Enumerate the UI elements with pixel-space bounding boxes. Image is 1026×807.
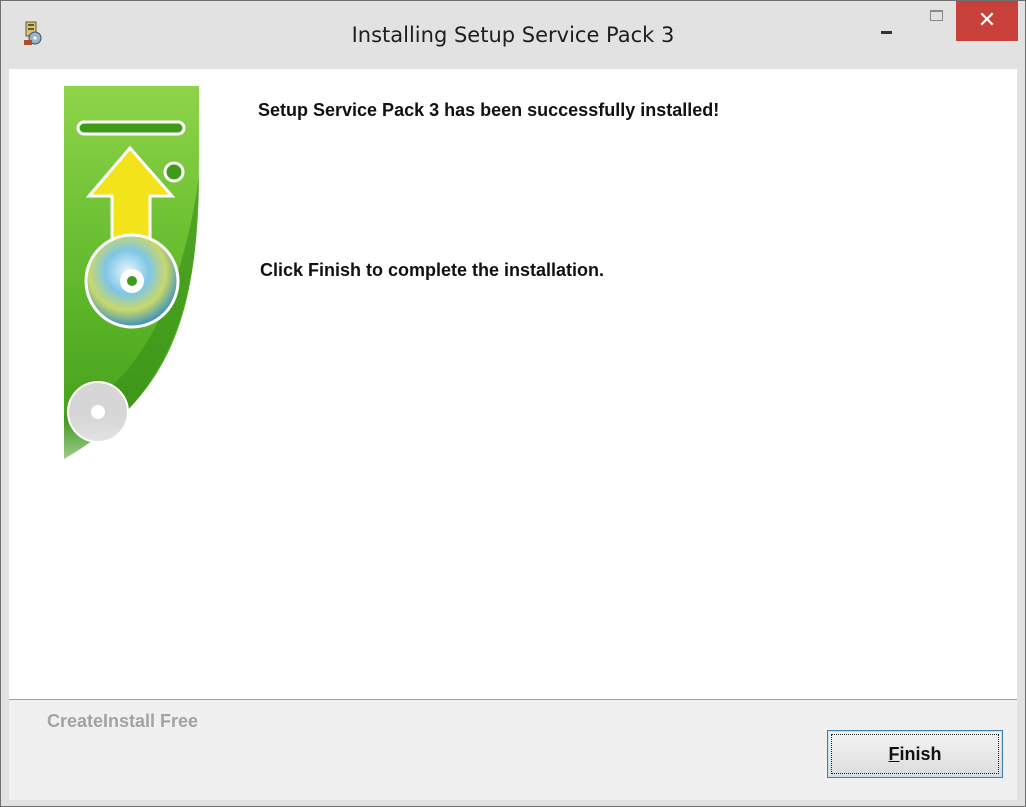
green-banner-image xyxy=(64,86,204,499)
maximize-icon xyxy=(930,10,943,21)
installer-window: Installing Setup Service Pack 3 ✕ Setup … xyxy=(0,0,1026,807)
finish-label: inish xyxy=(899,743,942,764)
close-button[interactable]: ✕ xyxy=(956,1,1018,41)
maximize-button[interactable] xyxy=(918,1,954,41)
content-panel: Setup Service Pack 3 has been successful… xyxy=(9,69,1017,699)
title-bar[interactable]: Installing Setup Service Pack 3 ✕ xyxy=(1,1,1025,69)
instruction-text: Click Finish to complete the installatio… xyxy=(260,260,605,280)
footer-bar: CreateInstall Free Finish xyxy=(9,699,1017,800)
finish-accelerator: F xyxy=(888,743,900,764)
brand-label: CreateInstall Free xyxy=(47,711,199,731)
minimize-icon xyxy=(881,31,892,34)
success-message: Setup Service Pack 3 has been successful… xyxy=(258,100,720,120)
close-icon: ✕ xyxy=(977,8,997,33)
minimize-button[interactable] xyxy=(870,1,906,41)
finish-button[interactable]: Finish xyxy=(827,730,1003,778)
